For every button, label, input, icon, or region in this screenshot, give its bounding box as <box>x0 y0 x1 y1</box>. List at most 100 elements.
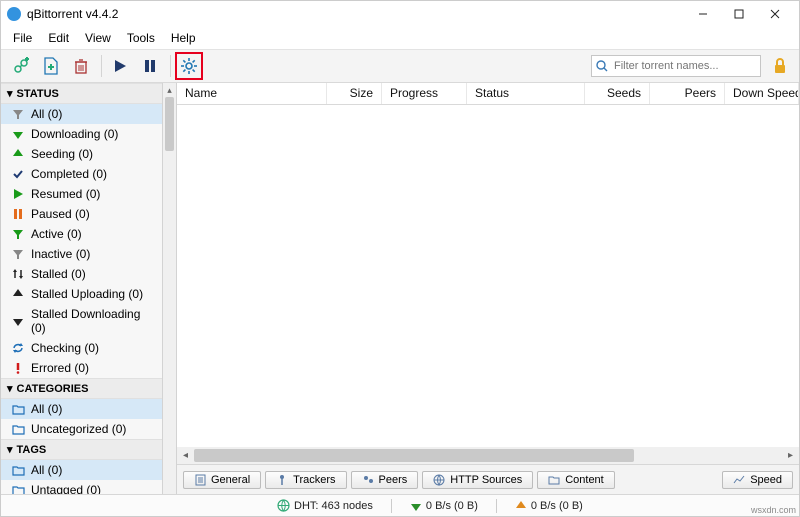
chevron-down-icon: ▾ <box>7 443 13 456</box>
folder-icon <box>11 463 25 477</box>
col-status[interactable]: Status <box>467 83 585 104</box>
up-arrow-icon <box>515 500 527 512</box>
chevron-down-icon: ▾ <box>7 382 13 395</box>
status-item-label: Resumed (0) <box>31 187 100 201</box>
tab-http-label: HTTP Sources <box>450 474 522 486</box>
tags-header-label: TAGS <box>17 444 47 456</box>
menu-help[interactable]: Help <box>163 27 204 49</box>
col-down-speed[interactable]: Down Speed <box>725 83 799 104</box>
app-icon <box>7 7 21 21</box>
status-item[interactable]: Stalled Downloading (0) <box>1 304 162 338</box>
horizontal-scrollbar[interactable]: ◂ ▸ <box>177 447 799 464</box>
toolbar-divider <box>101 55 102 77</box>
col-progress[interactable]: Progress <box>382 83 467 104</box>
up-icon <box>11 287 25 301</box>
sidebar: ▾ STATUS All (0) Downloading (0) Seeding (0)… <box>1 83 163 494</box>
target-icon <box>276 474 288 486</box>
minimize-button[interactable] <box>685 1 721 27</box>
menu-view[interactable]: View <box>77 27 119 49</box>
maximize-button[interactable] <box>721 1 757 27</box>
tab-content[interactable]: Content <box>537 471 615 489</box>
status-item-label: Stalled Downloading (0) <box>31 307 156 335</box>
tab-general[interactable]: General <box>183 471 261 489</box>
col-peers[interactable]: Peers <box>650 83 725 104</box>
status-item[interactable]: Errored (0) <box>1 358 162 378</box>
tab-speed[interactable]: Speed <box>722 471 793 489</box>
down-arrow-icon <box>410 500 422 512</box>
scroll-left-icon[interactable]: ◂ <box>177 447 194 464</box>
doc-icon <box>194 474 206 486</box>
sidebar-scrollbar[interactable]: ▴ <box>163 83 177 494</box>
categories-header[interactable]: ▾CATEGORIES <box>1 378 162 399</box>
status-item-label: All (0) <box>31 107 62 121</box>
status-item[interactable]: Stalled (0) <box>1 264 162 284</box>
title-bar: qBittorrent v4.4.2 <box>1 1 799 27</box>
status-item[interactable]: Checking (0) <box>1 338 162 358</box>
category-item[interactable]: Uncategorized (0) <box>1 419 162 439</box>
status-item[interactable]: Active (0) <box>1 224 162 244</box>
status-item[interactable]: Completed (0) <box>1 164 162 184</box>
watermark: wsxdn.com <box>751 505 796 515</box>
status-header-label: STATUS <box>17 88 59 100</box>
filter-icon <box>11 107 25 121</box>
category-item[interactable]: All (0) <box>1 399 162 419</box>
tab-trackers[interactable]: Trackers <box>265 471 346 489</box>
chart-icon <box>733 474 745 486</box>
pause-button[interactable] <box>136 52 164 80</box>
toolbar-divider <box>170 55 171 77</box>
status-item-label: Active (0) <box>31 227 82 241</box>
menu-edit[interactable]: Edit <box>40 27 77 49</box>
up-icon <box>11 147 25 161</box>
torrent-list[interactable] <box>177 105 799 447</box>
status-item[interactable]: Resumed (0) <box>1 184 162 204</box>
down-speed-status[interactable]: 0 B/s (0 B) <box>410 500 478 512</box>
status-item[interactable]: Stalled Uploading (0) <box>1 284 162 304</box>
status-item-label: Stalled (0) <box>31 267 86 281</box>
status-item[interactable]: Inactive (0) <box>1 244 162 264</box>
dht-label: DHT: 463 nodes <box>294 500 373 512</box>
status-header[interactable]: ▾ STATUS <box>1 83 162 104</box>
tag-item[interactable]: All (0) <box>1 460 162 480</box>
close-button[interactable] <box>757 1 793 27</box>
status-item[interactable]: Downloading (0) <box>1 124 162 144</box>
search-box[interactable] <box>591 55 761 77</box>
tab-general-label: General <box>211 474 250 486</box>
dht-status[interactable]: DHT: 463 nodes <box>277 499 373 512</box>
down-speed-label: 0 B/s (0 B) <box>426 500 478 512</box>
up-speed-status[interactable]: 0 B/s (0 B) <box>515 500 583 512</box>
tag-item[interactable]: Untagged (0) <box>1 480 162 494</box>
add-file-button[interactable] <box>37 52 65 80</box>
h-scrollbar-thumb[interactable] <box>194 449 634 462</box>
detail-tabs: General Trackers Peers HTTP Sources Cont… <box>177 464 799 494</box>
resume-button[interactable] <box>106 52 134 80</box>
lock-button[interactable] <box>767 53 793 79</box>
menu-file[interactable]: File <box>5 27 40 49</box>
tab-http-sources[interactable]: HTTP Sources <box>422 471 533 489</box>
status-item[interactable]: Paused (0) <box>1 204 162 224</box>
folder-icon <box>11 402 25 416</box>
tags-header[interactable]: ▾ TAGS <box>1 439 162 460</box>
tab-peers[interactable]: Peers <box>351 471 419 489</box>
scroll-up-icon[interactable]: ▴ <box>163 83 176 97</box>
refresh-icon <box>11 341 25 355</box>
col-seeds[interactable]: Seeds <box>585 83 650 104</box>
col-size[interactable]: Size <box>327 83 382 104</box>
delete-button[interactable] <box>67 52 95 80</box>
tab-speed-label: Speed <box>750 474 782 486</box>
status-item[interactable]: Seeding (0) <box>1 144 162 164</box>
folder-icon <box>11 422 25 436</box>
scroll-right-icon[interactable]: ▸ <box>782 447 799 464</box>
status-bar: DHT: 463 nodes 0 B/s (0 B) 0 B/s (0 B) <box>1 494 799 516</box>
status-item-label: Downloading (0) <box>31 127 118 141</box>
col-name[interactable]: Name <box>177 83 327 104</box>
scrollbar-thumb[interactable] <box>165 97 174 151</box>
search-input[interactable] <box>612 59 758 73</box>
preferences-button[interactable] <box>175 52 203 80</box>
menu-tools[interactable]: Tools <box>119 27 163 49</box>
chevron-down-icon: ▾ <box>7 87 13 100</box>
add-link-button[interactable] <box>7 52 35 80</box>
status-item-label: Completed (0) <box>31 167 107 181</box>
status-item[interactable]: All (0) <box>1 104 162 124</box>
globe-icon <box>433 474 445 486</box>
status-item-label: Paused (0) <box>31 207 90 221</box>
